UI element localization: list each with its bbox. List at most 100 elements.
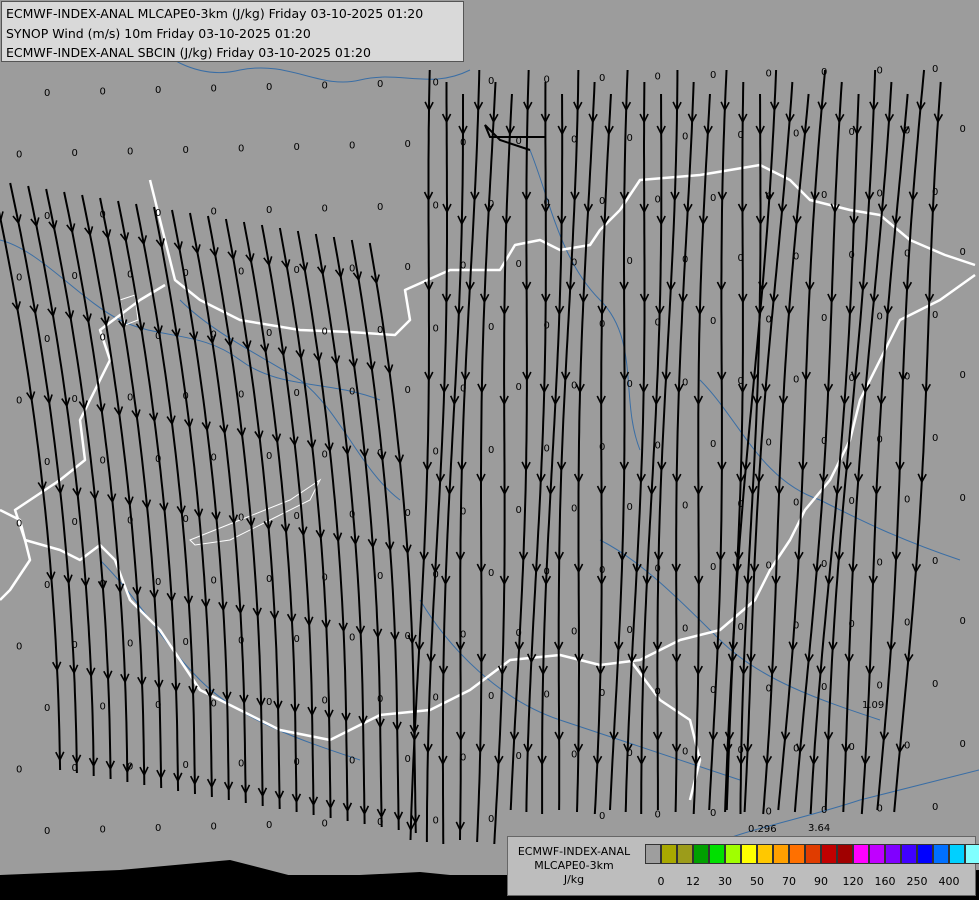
sbcin-value: 0 [766, 69, 772, 80]
legend-swatch [965, 844, 979, 864]
sbcin-value: 0 [433, 570, 439, 581]
title-mlcape: ECMWF-INDEX-ANAL MLCAPE0-3km (J/kg) Frid… [6, 6, 424, 21]
sbcin-value: 0 [544, 690, 550, 701]
sbcin-value: 0 [766, 561, 772, 572]
sbcin-value: 0 [16, 150, 22, 161]
sbcin-value: 0 [932, 64, 938, 75]
sbcin-value: 0 [211, 699, 217, 710]
sbcin-value: 0 [599, 196, 605, 207]
sbcin-value: 0 [571, 258, 577, 269]
sbcin-value: 0 [211, 330, 217, 341]
sbcin-value: 0 [322, 450, 328, 461]
sbcin-value: 0 [821, 559, 827, 570]
sbcin-value: 0 [377, 817, 383, 828]
sbcin-value: 0 [516, 505, 522, 516]
legend-swatch [933, 844, 949, 864]
sbcin-value: 0 [488, 445, 494, 456]
sbcin-value: 0 [266, 82, 272, 93]
sbcin-value: 0 [155, 208, 161, 219]
sbcin-value: 0 [238, 636, 244, 647]
sbcin-value: 0 [849, 127, 855, 138]
sbcin-value: 0 [322, 573, 328, 584]
sbcin-value: 0 [932, 310, 938, 321]
sbcin-value: 0 [72, 394, 78, 405]
legend-swatch [741, 844, 757, 864]
sbcin-value: 0 [793, 621, 799, 632]
weather-map: 0 0 0 0 0 0 0 0 0 0 0 0 0 0 0 0 0 0 0 0 0 0 0 0 0 0 0 0 0 0 0 0 0 0 0 0 0 0 0 0… [0, 0, 979, 900]
sbcin-value: 0 [960, 493, 966, 504]
sbcin-value: 0 [405, 385, 411, 396]
legend-swatch [645, 844, 661, 864]
sbcin-value: 0 [627, 133, 633, 144]
sbcin-value: 0 [599, 442, 605, 453]
sbcin-value: 0 [44, 826, 50, 837]
sbcin-value: 0 [322, 327, 328, 338]
legend-tick-label: 70 [782, 875, 796, 888]
legend-unit: J/kg [563, 873, 585, 886]
sbcin-value: 0 [544, 321, 550, 332]
sbcin-value: 0 [655, 810, 661, 821]
sbcin-value: 0 [655, 687, 661, 698]
sbcin-value: 0 [44, 580, 50, 591]
sbcin-value: 0 [460, 630, 466, 641]
sbcin-value: 0 [155, 577, 161, 588]
sbcin-value: 0 [349, 141, 355, 152]
sbcin-value: 0 [932, 679, 938, 690]
sbcin-value: 0 [377, 448, 383, 459]
sbcin-value: 0 [849, 373, 855, 384]
sbcin-value: 0 [211, 576, 217, 587]
sbcin-value: 0 [766, 192, 772, 203]
sbcin-value: 0 [932, 802, 938, 813]
sbcin-value: 0 [571, 135, 577, 146]
sbcin-value: 0 [460, 138, 466, 149]
sbcin-value: 0 [710, 685, 716, 696]
color-legend: ECMWF-INDEX-ANAL MLCAPE0-3km J/kg 0 12 30 5… [507, 836, 979, 896]
sbcin-value: 0 [960, 739, 966, 750]
legend-swatch [853, 844, 869, 864]
sbcin-value: 0 [821, 67, 827, 78]
sbcin-value: 0 [793, 744, 799, 755]
sbcin-value: 0 [349, 264, 355, 275]
sbcin-value: 0 [682, 378, 688, 389]
sbcin-value: 0 [488, 814, 494, 825]
legend-swatch [693, 844, 709, 864]
sbcin-value: 0 [44, 211, 50, 222]
sbcin-value: 0 [627, 256, 633, 267]
sbcin-value: 0 [738, 130, 744, 141]
sbcin-value: 0 [960, 616, 966, 627]
sbcin-value: 0 [16, 273, 22, 284]
sbcin-value: 0 [238, 267, 244, 278]
sbcin-value: 0 [377, 202, 383, 213]
sbcin-value: 0 [793, 498, 799, 509]
sbcin-value: 0 [322, 204, 328, 215]
sbcin-value: 0 [655, 441, 661, 452]
sbcin-value: 0 [793, 375, 799, 386]
sbcin-value: 0 [821, 436, 827, 447]
sbcin-value: 0 [488, 568, 494, 579]
sbcin-value: 0 [405, 508, 411, 519]
sbcin-value: 0 [72, 763, 78, 774]
sbcin-value: 0 [294, 511, 300, 522]
legend-swatch [805, 844, 821, 864]
legend-swatch [709, 844, 725, 864]
sbcin-value: 0 [904, 372, 910, 383]
sbcin-value: 0 [766, 315, 772, 326]
sbcin-value: 0 [682, 255, 688, 266]
sbcin-value: 0 [849, 742, 855, 753]
sbcin-value: 0 [821, 682, 827, 693]
sbcin-value: 0 [155, 823, 161, 834]
legend-tick-label: 50 [750, 875, 764, 888]
sbcin-value: 0 [16, 642, 22, 653]
sbcin-value: 0 [488, 76, 494, 87]
sbcin-value: 0 [682, 132, 688, 143]
sbcin-value: 0 [266, 820, 272, 831]
sbcin-value: 0 [904, 249, 910, 260]
sbcin-value: 0 [155, 700, 161, 711]
sbcin-value: 0 [183, 760, 189, 771]
sbcin-value: 0 [44, 334, 50, 345]
sbcin-value: 0 [710, 808, 716, 819]
sbcin-value: 0 [932, 556, 938, 567]
sbcin-value: 0 [738, 622, 744, 633]
legend-tick-label: 30 [718, 875, 732, 888]
sbcin-value: 0 [127, 639, 133, 650]
